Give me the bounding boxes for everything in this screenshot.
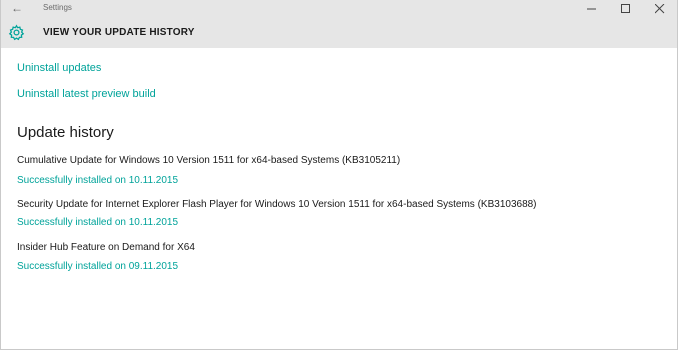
maximize-button[interactable] bbox=[609, 0, 643, 17]
title-bar: ← Settings bbox=[1, 0, 677, 17]
close-icon bbox=[655, 4, 665, 14]
maximize-icon bbox=[621, 4, 630, 13]
update-item-title: Cumulative Update for Windows 10 Version… bbox=[17, 155, 401, 166]
uninstall-preview-build-link[interactable]: Uninstall latest preview build bbox=[17, 88, 156, 100]
minimize-icon bbox=[587, 8, 596, 10]
close-button[interactable] bbox=[643, 0, 677, 17]
page-title: VIEW YOUR UPDATE HISTORY bbox=[43, 27, 195, 38]
uninstall-updates-link[interactable]: Uninstall updates bbox=[17, 62, 101, 74]
window-title: Settings bbox=[43, 3, 72, 12]
back-arrow-icon[interactable]: ← bbox=[11, 1, 23, 15]
update-item-title: Security Update for Internet Explorer Fl… bbox=[17, 199, 537, 210]
update-item-title: Insider Hub Feature on Demand for X64 bbox=[17, 242, 195, 253]
window-controls bbox=[575, 0, 677, 17]
gear-icon bbox=[8, 24, 25, 41]
update-history-heading: Update history bbox=[17, 124, 114, 141]
page-header: VIEW YOUR UPDATE HISTORY bbox=[1, 17, 677, 48]
minimize-button[interactable] bbox=[575, 0, 609, 17]
update-item-status[interactable]: Successfully installed on 10.11.2015 bbox=[17, 217, 178, 228]
settings-window: ← Settings VIEW YOUR UPDATE HISTORY Unin… bbox=[0, 0, 678, 350]
update-item-status[interactable]: Successfully installed on 10.11.2015 bbox=[17, 175, 178, 186]
update-item-status[interactable]: Successfully installed on 09.11.2015 bbox=[17, 261, 178, 272]
